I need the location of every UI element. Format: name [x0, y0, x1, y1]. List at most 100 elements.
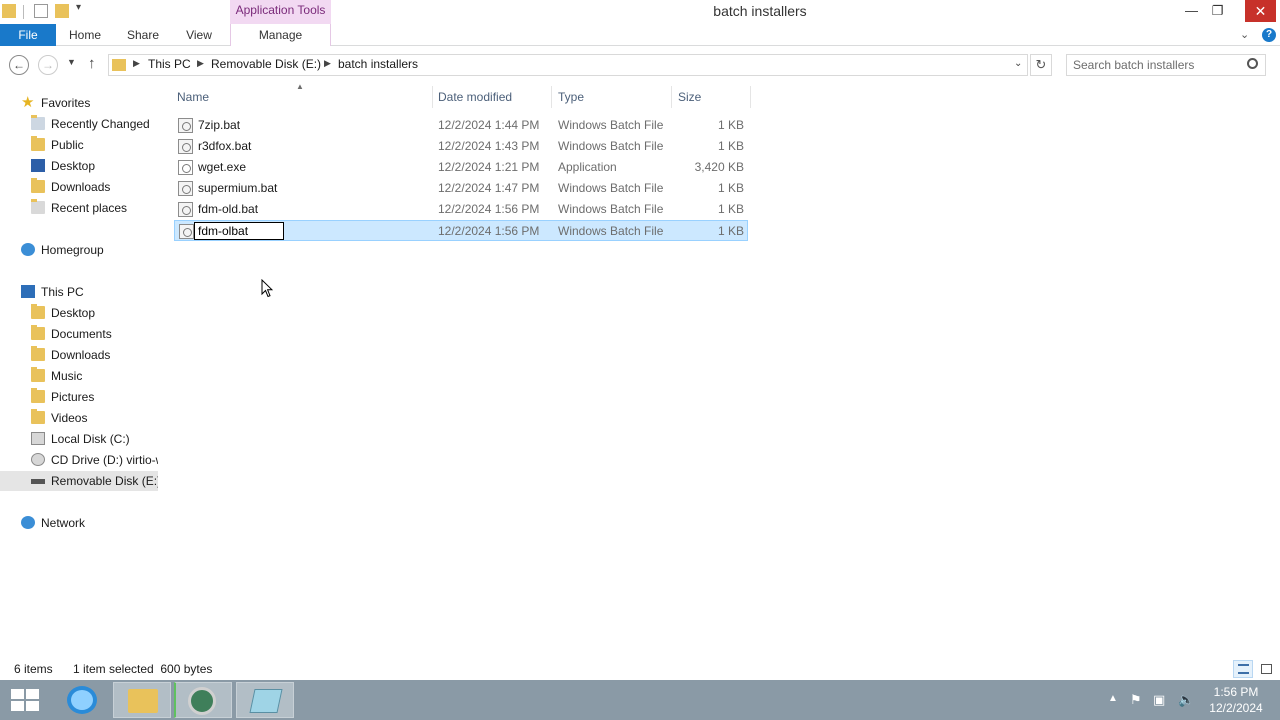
item-count: 6 items — [14, 662, 53, 676]
close-button[interactable]: ✕ — [1245, 0, 1276, 22]
rename-input[interactable] — [194, 222, 284, 240]
nav-this-pc[interactable]: This PC — [0, 282, 158, 302]
action-center-flag-icon[interactable]: ⚑ — [1130, 692, 1142, 708]
homegroup-icon — [21, 243, 35, 256]
up-button[interactable]: ↑ — [88, 55, 96, 72]
documents-icon — [31, 325, 45, 340]
restore-button[interactable]: ❐ — [1204, 0, 1231, 22]
pictures-icon — [31, 388, 45, 403]
tab-file[interactable]: File — [0, 24, 56, 46]
column-divider[interactable] — [432, 86, 433, 108]
refresh-button[interactable]: ↻ — [1030, 54, 1052, 76]
column-header-date-modified[interactable]: Date modified — [438, 90, 512, 104]
column-header-type[interactable]: Type — [558, 90, 584, 104]
batch-file-icon — [179, 224, 194, 239]
taskbar-browser-app[interactable] — [174, 682, 232, 718]
start-button[interactable] — [10, 689, 40, 711]
file-row[interactable]: supermium.bat 12/2/2024 1:47 PM Windows … — [174, 178, 748, 199]
forward-button[interactable]: → — [38, 55, 58, 75]
column-divider[interactable] — [750, 86, 751, 108]
nav-recently-changed[interactable]: Recently Changed — [0, 114, 158, 134]
network-status-icon[interactable]: ▣ — [1153, 692, 1165, 708]
file-name: fdm-old.bat — [198, 202, 259, 216]
clock-date[interactable]: 12/2/2024 — [1206, 701, 1266, 715]
large-icons-view-button[interactable] — [1256, 660, 1276, 678]
chevron-right-icon[interactable]: ▶ — [133, 58, 140, 69]
file-row[interactable]: fdm-old.bat 12/2/2024 1:56 PM Windows Ba… — [174, 199, 748, 220]
nav-local-disk[interactable]: Local Disk (C:) — [0, 429, 158, 449]
taskbar-internet-explorer[interactable] — [53, 682, 111, 718]
expand-ribbon-icon[interactable]: ⌄ — [1240, 24, 1249, 46]
properties-icon[interactable] — [34, 4, 48, 18]
recent-locations-icon[interactable]: ▼ — [67, 57, 76, 67]
minimize-button[interactable]: — — [1178, 0, 1205, 22]
taskbar-notepad-app[interactable] — [236, 682, 294, 718]
nav-pc-downloads[interactable]: Downloads — [0, 345, 158, 365]
tab-manage[interactable]: Manage — [230, 24, 331, 46]
nav-label: Downloads — [51, 348, 111, 362]
file-row[interactable]: 7zip.bat 12/2/2024 1:44 PM Windows Batch… — [174, 115, 748, 136]
tab-view[interactable]: View — [174, 24, 224, 46]
nav-label: Desktop — [51, 306, 96, 320]
qat-customize-icon[interactable]: ▾ — [76, 2, 81, 13]
breadcrumb-batch-installers[interactable]: batch installers — [338, 57, 418, 71]
nav-label: This PC — [41, 285, 84, 299]
column-divider[interactable] — [551, 86, 552, 108]
volume-muted-icon[interactable]: 🔈 — [1178, 692, 1194, 708]
desktop-icon — [31, 159, 45, 172]
nav-recent-places[interactable]: Recent places — [0, 198, 158, 218]
file-row-selected[interactable]: 12/2/2024 1:56 PM Windows Batch File 1 K… — [174, 220, 748, 241]
breadcrumb-this-pc[interactable]: This PC — [148, 57, 191, 71]
search-box[interactable] — [1066, 54, 1266, 76]
videos-icon — [31, 409, 45, 424]
file-row[interactable]: r3dfox.bat 12/2/2024 1:43 PM Windows Bat… — [174, 136, 748, 157]
address-bar[interactable]: ▶ This PC ▶ Removable Disk (E:) ▶ batch … — [108, 54, 1028, 76]
nav-music[interactable]: Music — [0, 366, 158, 386]
new-folder-icon[interactable] — [55, 4, 69, 18]
notepad-icon — [249, 689, 283, 713]
nav-label: CD Drive (D:) virtio-w — [51, 453, 158, 467]
column-header-name[interactable]: Name — [177, 90, 209, 104]
nav-removable-disk[interactable]: Removable Disk (E:) — [0, 471, 158, 491]
nav-cd-drive[interactable]: CD Drive (D:) virtio-w — [0, 450, 158, 470]
details-view-button[interactable] — [1233, 660, 1253, 678]
file-date: 12/2/2024 1:47 PM — [438, 181, 540, 195]
nav-public[interactable]: Public — [0, 135, 158, 155]
nav-homegroup[interactable]: Homegroup — [0, 240, 158, 260]
nav-pictures[interactable]: Pictures — [0, 387, 158, 407]
file-list: ▲ Name Date modified Type Size 7zip.bat … — [174, 82, 752, 254]
nav-label: Music — [51, 369, 83, 383]
windows-logo-icon — [11, 689, 24, 699]
nav-favorites[interactable]: ★ Favorites — [0, 93, 158, 113]
address-dropdown-icon[interactable]: ⌄ — [1014, 58, 1022, 69]
nav-network[interactable]: Network — [0, 513, 158, 533]
file-type: Windows Batch File — [558, 181, 664, 195]
column-header-size[interactable]: Size — [678, 90, 701, 104]
nav-downloads[interactable]: Downloads — [0, 177, 158, 197]
column-divider[interactable] — [671, 86, 672, 108]
nav-pc-desktop[interactable]: Desktop — [0, 303, 158, 323]
tab-share[interactable]: Share — [118, 24, 168, 46]
back-button[interactable]: ← — [9, 55, 29, 75]
nav-label: Network — [41, 516, 86, 530]
nav-desktop[interactable]: Desktop — [0, 156, 158, 176]
chevron-right-icon[interactable]: ▶ — [197, 58, 204, 69]
search-input[interactable] — [1073, 58, 1243, 72]
nav-label: Videos — [51, 411, 88, 425]
nav-videos[interactable]: Videos — [0, 408, 158, 428]
search-icon[interactable] — [1247, 58, 1258, 69]
tab-home[interactable]: Home — [60, 24, 110, 46]
file-row[interactable]: wget.exe 12/2/2024 1:21 PM Application 3… — [174, 157, 748, 178]
file-size: 1 KB — [717, 118, 744, 132]
nav-documents[interactable]: Documents — [0, 324, 158, 344]
chevron-right-icon[interactable]: ▶ — [324, 58, 331, 69]
selection-info: 1 item selected 600 bytes — [73, 662, 213, 676]
show-hidden-icons[interactable]: ▲ — [1108, 693, 1118, 704]
help-icon[interactable]: ? — [1262, 28, 1276, 42]
qat-divider — [23, 5, 24, 19]
folder-icon — [112, 59, 126, 71]
taskbar-file-explorer[interactable] — [113, 682, 171, 718]
clock-time[interactable]: 1:56 PM — [1206, 685, 1266, 699]
breadcrumb-removable-disk[interactable]: Removable Disk (E:) — [211, 57, 321, 71]
folder-icon — [31, 115, 45, 130]
